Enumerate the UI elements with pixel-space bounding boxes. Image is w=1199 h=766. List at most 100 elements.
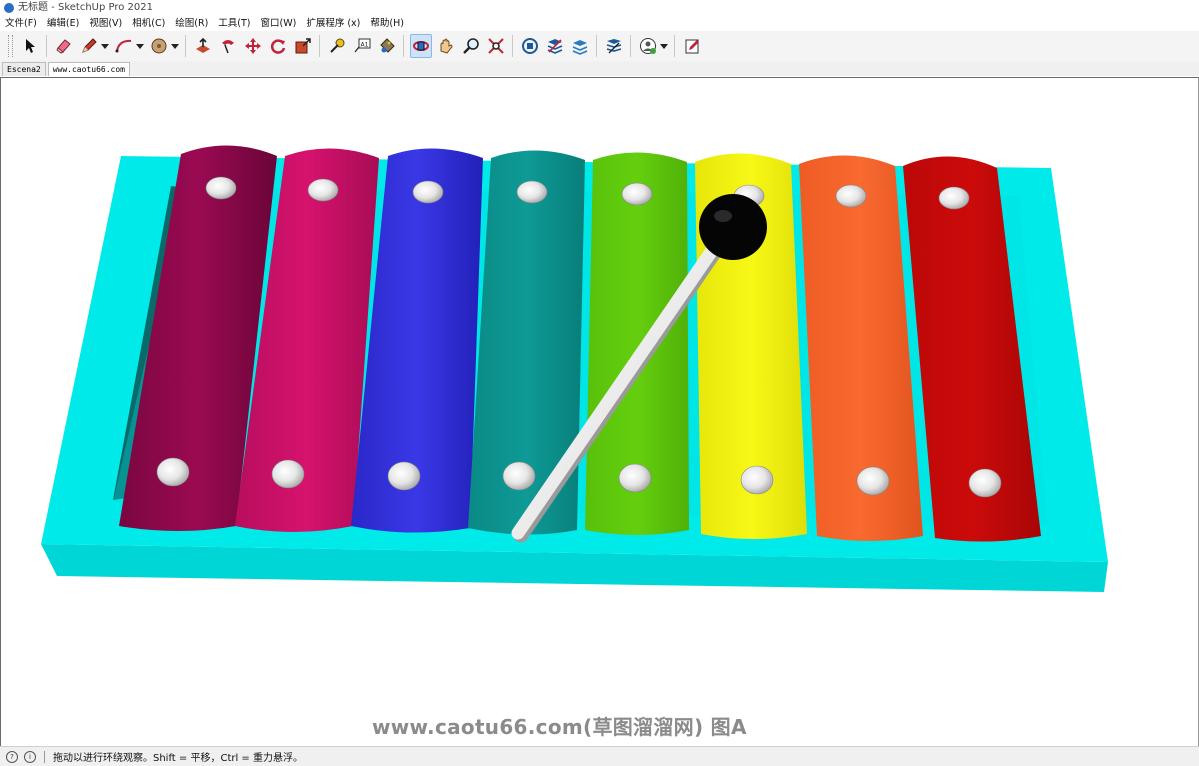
svg-text:A1: A1 [360, 42, 368, 49]
profile-button[interactable] [637, 34, 659, 58]
screw [412, 180, 444, 204]
follow-me-tool-button[interactable] [217, 34, 239, 58]
arc-dropdown-arrow-icon[interactable] [136, 43, 144, 49]
sandbox-icon [606, 39, 621, 54]
toolbar-separator [512, 35, 513, 57]
status-bar: ? i 拖动以进行环绕观察。Shift = 平移，Ctrl = 重力悬浮。 [0, 746, 1199, 766]
paint-bucket-icon [379, 38, 395, 53]
warehouse-icon [521, 38, 538, 54]
edit-button[interactable] [681, 34, 703, 58]
menu-file[interactable]: 文件(F) [0, 16, 42, 31]
screw [502, 461, 536, 491]
mallet-head [699, 194, 767, 260]
text-icon: A1 [354, 38, 370, 53]
screw [968, 468, 1002, 498]
scale-tool-button[interactable] [292, 34, 314, 58]
pencil-tool-button[interactable] [78, 34, 100, 58]
info-icon[interactable]: i [24, 750, 36, 763]
push-pull-tool-button[interactable] [192, 34, 214, 58]
screw [740, 465, 774, 495]
screw [271, 459, 305, 489]
arc-icon [115, 39, 131, 53]
zoom-extents-tool-button[interactable] [485, 34, 507, 58]
tab-escena2[interactable]: Escena2 [2, 62, 46, 76]
status-hint: 拖动以进行环绕观察。Shift = 平移，Ctrl = 重力悬浮。 [53, 753, 303, 764]
paint-bucket-tool-button[interactable] [376, 34, 398, 58]
zoom-tool-button[interactable] [460, 34, 482, 58]
shape-dropdown-arrow-icon[interactable] [171, 43, 179, 49]
screw [156, 457, 190, 487]
menu-view[interactable]: 视图(V) [84, 16, 127, 31]
arc-tool-button[interactable] [113, 34, 135, 58]
screw [856, 466, 890, 496]
toolbar-grip[interactable] [8, 35, 13, 57]
geolocation-icon[interactable]: ? [6, 750, 18, 763]
profile-dropdown-arrow-icon[interactable] [660, 43, 668, 49]
title-bar: 无标题 - SketchUp Pro 2021 [0, 0, 1199, 16]
rotate-tool-button[interactable] [267, 34, 289, 58]
toolbar-separator [630, 35, 631, 57]
menu-bar: 文件(F) 编辑(E) 视图(V) 相机(C) 绘图(R) 工具(T) 窗口(W… [0, 16, 1199, 31]
eraser-icon [55, 39, 71, 54]
select-tool-button[interactable] [19, 34, 41, 58]
pencil-dropdown-arrow-icon[interactable] [101, 43, 109, 49]
rotate-icon [270, 39, 285, 54]
pan-tool-button[interactable] [435, 34, 457, 58]
zoom-extents-icon [487, 38, 504, 54]
eraser-tool-button[interactable] [53, 34, 75, 58]
move-icon [244, 38, 261, 54]
layout-button[interactable] [569, 34, 591, 58]
model-viewport[interactable] [0, 77, 1199, 747]
sketchup-logo-icon [4, 3, 14, 13]
scale-icon [295, 38, 311, 54]
shape-tool-button[interactable] [148, 34, 170, 58]
text-tool-button[interactable]: A1 [351, 34, 373, 58]
watermark-text: www.caotu66.com(草图溜溜网) 图A [372, 715, 747, 739]
layout-icon [572, 40, 587, 55]
shape-icon [151, 38, 166, 54]
toolbar-separator [185, 35, 186, 57]
extension-warehouse-icon [547, 39, 562, 54]
screw [387, 461, 421, 491]
toolbar-separator [403, 35, 404, 57]
mallet-head-highlight [714, 210, 732, 222]
tab-caotu66[interactable]: www.caotu66.com [47, 62, 130, 76]
window-title: 无标题 - SketchUp Pro 2021 [18, 2, 153, 13]
follow-me-icon [221, 40, 234, 54]
tape-measure-icon [329, 38, 344, 53]
screw [621, 182, 653, 206]
select-icon [25, 39, 35, 53]
3d-warehouse-button[interactable] [519, 34, 541, 58]
main-toolbar: A1 [0, 31, 1199, 62]
orbit-icon [412, 41, 429, 51]
extension-warehouse-button[interactable] [544, 34, 566, 58]
menu-extensions[interactable]: 扩展程序 (x) [301, 16, 365, 31]
toolbar-separator [319, 35, 320, 57]
screw [307, 178, 339, 202]
toolbar-separator [596, 35, 597, 57]
menu-window[interactable]: 窗口(W) [256, 16, 302, 31]
status-separator [44, 750, 45, 763]
zoom-icon [462, 38, 479, 54]
screw [205, 176, 237, 200]
screw [938, 186, 970, 210]
menu-help[interactable]: 帮助(H) [365, 16, 409, 31]
scene-tabs: Escena2 www.caotu66.com [0, 61, 1199, 76]
profile-icon [639, 38, 656, 54]
menu-camera[interactable]: 相机(C) [127, 16, 170, 31]
pencil-icon [81, 38, 97, 53]
screw [835, 184, 867, 208]
orbit-tool-button[interactable] [409, 34, 432, 58]
screw [618, 463, 652, 493]
push-pull-icon [195, 37, 210, 53]
menu-tools[interactable]: 工具(T) [213, 16, 255, 31]
toolbar-separator [46, 35, 47, 57]
menu-edit[interactable]: 编辑(E) [42, 16, 84, 31]
sandbox-button[interactable] [603, 34, 625, 58]
tape-measure-tool-button[interactable] [326, 34, 348, 58]
move-tool-button[interactable] [242, 34, 264, 58]
menu-draw[interactable]: 绘图(R) [170, 16, 213, 31]
pan-icon [440, 38, 452, 54]
toolbar-separator [674, 35, 675, 57]
screw [516, 180, 548, 204]
